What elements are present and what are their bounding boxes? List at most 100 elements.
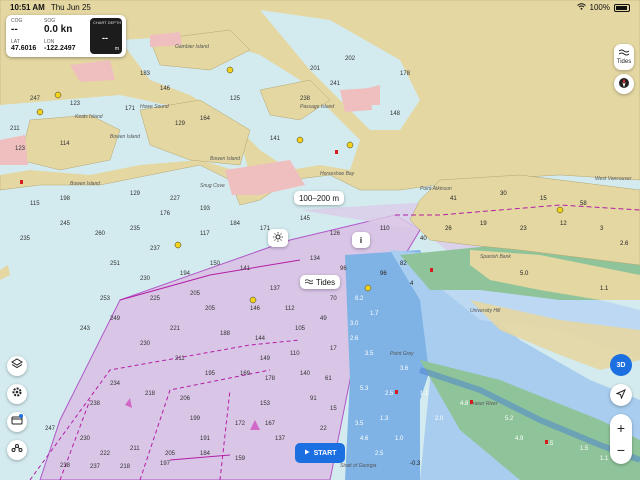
play-icon: [304, 449, 310, 457]
svg-text:58: 58: [580, 201, 587, 207]
svg-text:238: 238: [60, 463, 71, 469]
settings-button[interactable]: [7, 384, 27, 404]
svg-text:82: 82: [400, 261, 407, 267]
svg-text:49: 49: [320, 316, 327, 322]
svg-text:193: 193: [200, 206, 211, 212]
depth-range-bubble[interactable]: 100–200 m: [294, 191, 344, 205]
depth-unit: m: [114, 46, 119, 52]
svg-text:1.0: 1.0: [395, 436, 404, 442]
svg-text:247: 247: [45, 426, 56, 432]
svg-text:205: 205: [190, 291, 201, 297]
svg-text:70: 70: [330, 296, 337, 302]
tides-button[interactable]: Tides: [614, 44, 634, 70]
svg-text:237: 237: [90, 464, 101, 470]
svg-text:2.6: 2.6: [620, 241, 629, 247]
layers-icon: [11, 357, 23, 375]
svg-text:230: 230: [140, 276, 151, 282]
svg-text:West Vancouver: West Vancouver: [595, 176, 632, 182]
info-bubble[interactable]: i: [352, 232, 370, 248]
svg-text:234: 234: [110, 381, 121, 387]
zoom-in-icon[interactable]: +: [617, 417, 625, 439]
svg-text:249: 249: [110, 316, 121, 322]
svg-text:123: 123: [70, 101, 81, 107]
nautical-chart[interactable]: 235245260 235237251 230253243 249230221 …: [0, 0, 640, 480]
svg-text:22: 22: [320, 426, 327, 432]
chart-depth-widget[interactable]: CHART DEPTH -- m: [90, 18, 122, 54]
svg-text:1.1: 1.1: [600, 286, 609, 292]
compass-button[interactable]: [614, 74, 634, 94]
svg-text:91: 91: [310, 396, 317, 402]
place-label: Gambier Island: [175, 44, 209, 50]
tides-label: Tides: [616, 59, 632, 65]
svg-text:Keats Island: Keats Island: [75, 114, 103, 120]
svg-text:105: 105: [295, 326, 306, 332]
battery-percent: 100%: [589, 3, 610, 12]
svg-text:260: 260: [95, 231, 106, 237]
svg-text:140: 140: [300, 371, 311, 377]
svg-text:238: 238: [300, 96, 311, 102]
sog-value: 0.0 kn: [44, 24, 73, 35]
waves-icon: [304, 278, 314, 287]
svg-text:191: 191: [200, 436, 211, 442]
svg-text:41: 41: [450, 196, 457, 202]
svg-text:1.1: 1.1: [420, 391, 429, 397]
svg-text:144: 144: [255, 336, 266, 342]
tides-bubble[interactable]: Tides: [300, 275, 340, 289]
svg-text:171: 171: [125, 106, 136, 112]
svg-text:137: 137: [270, 286, 281, 292]
weather-bubble[interactable]: [268, 229, 288, 247]
zoom-out-icon[interactable]: −: [617, 439, 625, 461]
svg-text:201: 201: [310, 66, 321, 72]
svg-text:-0.3: -0.3: [410, 461, 421, 467]
svg-text:96: 96: [380, 271, 387, 277]
svg-text:178: 178: [265, 376, 276, 382]
svg-text:5.2: 5.2: [505, 416, 514, 422]
svg-text:17: 17: [330, 346, 337, 352]
status-date: Thu Jun 25: [50, 3, 91, 12]
svg-text:117: 117: [200, 231, 210, 237]
svg-text:141: 141: [240, 266, 251, 272]
svg-text:235: 235: [20, 236, 31, 242]
svg-text:149: 149: [260, 356, 271, 362]
svg-text:1.1: 1.1: [600, 456, 609, 462]
svg-text:1.5: 1.5: [580, 446, 589, 452]
svg-text:Point Atkinson: Point Atkinson: [420, 186, 452, 192]
3d-button[interactable]: 3D: [610, 354, 632, 376]
svg-text:243: 243: [80, 326, 91, 332]
svg-text:197: 197: [160, 461, 171, 467]
svg-text:Spanish Bank: Spanish Bank: [480, 254, 511, 260]
svg-text:205: 205: [205, 306, 216, 312]
bookmarks-button[interactable]: [7, 412, 27, 432]
waves-icon: [618, 49, 630, 59]
route-button[interactable]: [7, 440, 27, 460]
svg-text:129: 129: [130, 191, 141, 197]
svg-text:Point Grey: Point Grey: [390, 351, 414, 357]
svg-text:169: 169: [240, 371, 251, 377]
svg-text:253: 253: [100, 296, 111, 302]
svg-text:129: 129: [175, 121, 186, 127]
layers-button[interactable]: [7, 356, 27, 376]
svg-text:153: 153: [260, 401, 271, 407]
svg-text:183: 183: [140, 71, 151, 77]
svg-text:2.6: 2.6: [350, 336, 359, 342]
svg-text:61: 61: [325, 376, 332, 382]
svg-text:115: 115: [30, 201, 40, 207]
instrument-panel[interactable]: COG -- SOG 0.0 kn LAT 47.6016 LON -122.2497 …: [6, 15, 126, 57]
start-button[interactable]: START: [295, 443, 345, 463]
location-button[interactable]: [610, 384, 632, 406]
svg-text:26: 26: [445, 226, 452, 232]
svg-text:235: 235: [130, 226, 141, 232]
svg-text:8.2: 8.2: [355, 296, 364, 302]
svg-text:194: 194: [180, 271, 191, 277]
svg-text:123: 123: [15, 146, 26, 152]
svg-text:238: 238: [90, 401, 101, 407]
svg-text:141: 141: [270, 136, 281, 142]
svg-text:12: 12: [560, 221, 567, 227]
svg-text:222: 222: [100, 451, 111, 457]
svg-text:206: 206: [180, 396, 191, 402]
svg-text:40: 40: [420, 236, 427, 242]
compass-icon: [618, 77, 630, 91]
svg-text:Bowen Island: Bowen Island: [70, 181, 100, 187]
svg-text:237: 237: [150, 246, 161, 252]
location-arrow-icon: [615, 389, 626, 401]
